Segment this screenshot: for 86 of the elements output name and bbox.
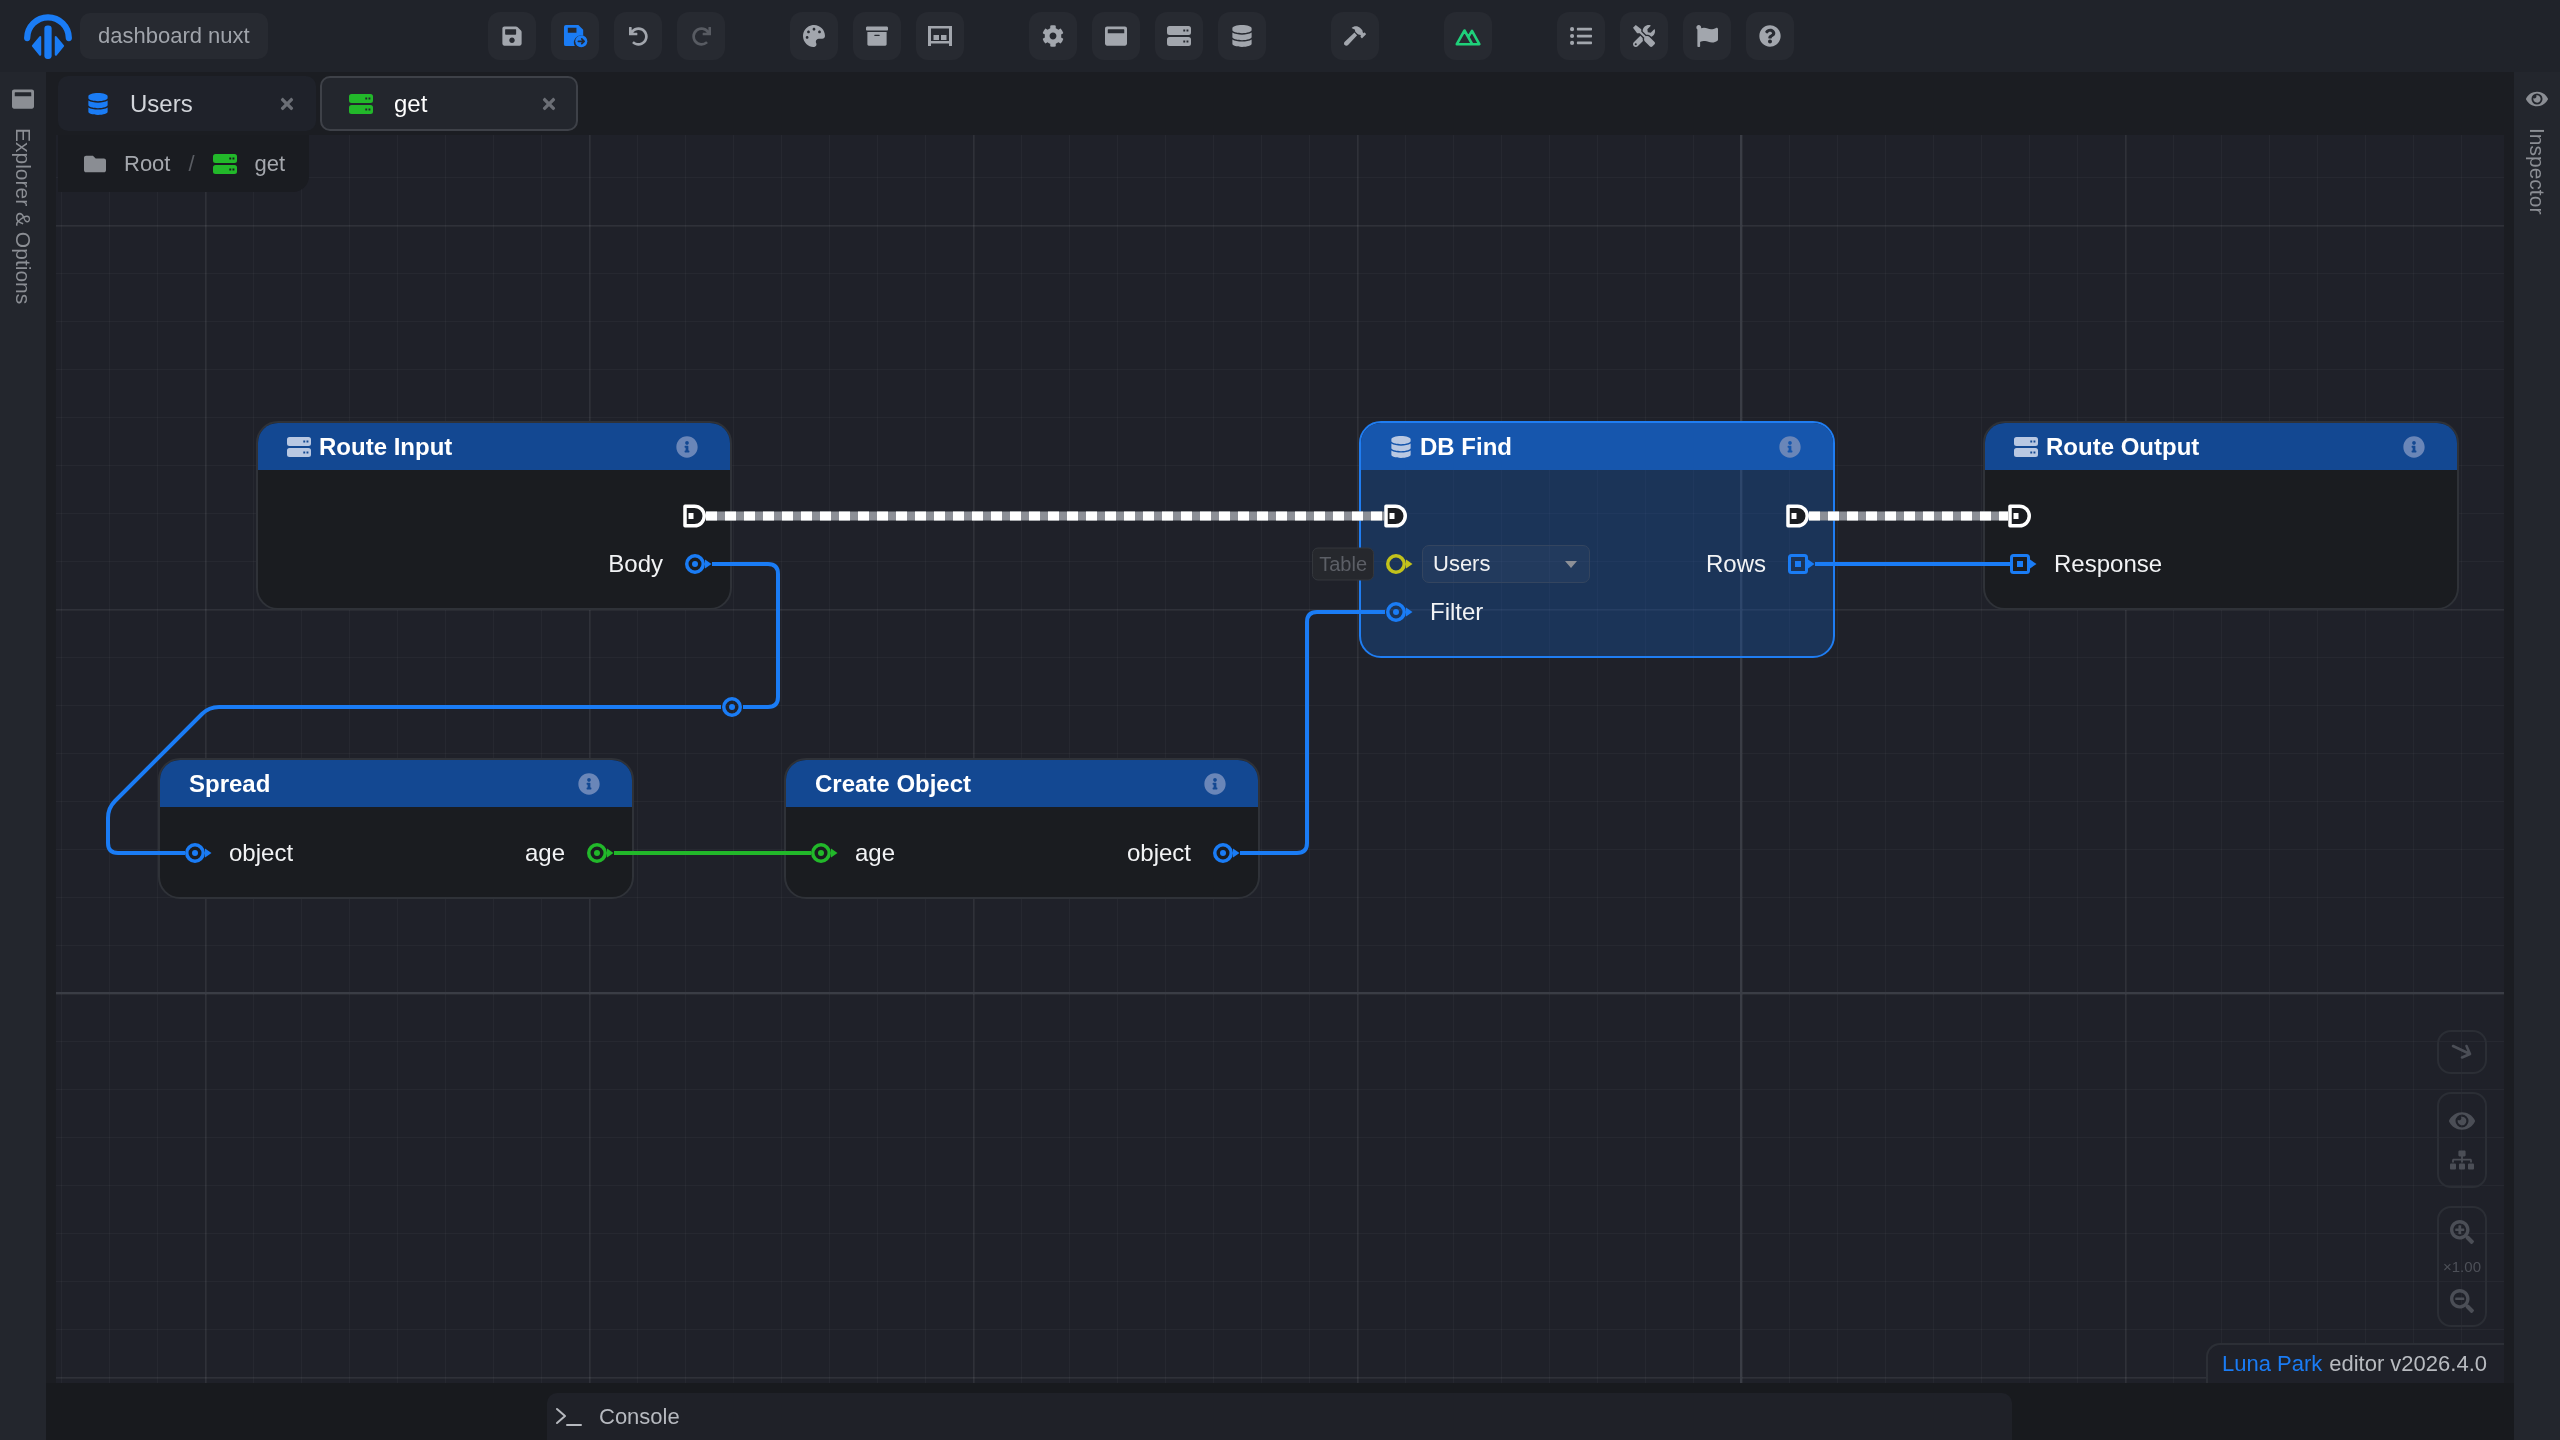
server-icon — [349, 93, 373, 114]
port-label: Filter — [1430, 598, 1484, 626]
terminal-icon — [555, 1406, 583, 1427]
port-ring-icon[interactable] — [683, 552, 712, 576]
shelf-icon — [928, 26, 952, 46]
port-square-icon[interactable] — [2008, 552, 2037, 576]
toolbar-button[interactable] — [1557, 12, 1605, 60]
server-icon — [2014, 436, 2038, 457]
toolbar-button[interactable] — [790, 12, 838, 60]
node-title: Spread — [189, 769, 272, 798]
explorer-panel-tab[interactable]: Explorer & Options — [11, 88, 35, 305]
toolbar-button[interactable] — [551, 12, 599, 60]
port-label: age — [524, 839, 565, 867]
node-title: Route Output — [2046, 432, 2201, 461]
reroute-point-icon[interactable] — [722, 697, 742, 717]
port-ring-icon[interactable] — [1211, 841, 1240, 865]
archive-box-icon — [866, 25, 888, 47]
redo-icon — [691, 26, 711, 46]
port-ring-icon[interactable] — [183, 841, 212, 865]
node-title: Route Input — [319, 432, 454, 461]
hammer-icon — [1344, 25, 1366, 47]
port-label: Rows — [1706, 550, 1766, 578]
brand-link[interactable]: Luna Park — [2221, 1351, 2323, 1377]
node-title: Create Object — [815, 769, 973, 798]
flag-icon — [1696, 25, 1718, 47]
port-label: Body — [608, 550, 663, 578]
toolbar-button[interactable] — [1331, 12, 1379, 60]
toolbar-button[interactable] — [1092, 12, 1140, 60]
inspector-panel-tab[interactable]: Inspector — [2525, 88, 2549, 215]
editor-tab[interactable]: Users — [58, 76, 316, 131]
version-text: editor v2026.4.0 — [2329, 1351, 2487, 1377]
toolbar-button[interactable] — [1683, 12, 1731, 60]
server-icon — [287, 436, 311, 457]
exec-port-icon[interactable] — [1384, 504, 1407, 528]
database-icon — [87, 92, 109, 115]
server-icon — [212, 153, 237, 174]
breadcrumb-link[interactable]: get — [254, 150, 286, 177]
window-icon — [1105, 25, 1127, 47]
graph-node[interactable]: Route Output Response — [1983, 421, 2459, 610]
settings-icon — [1042, 25, 1064, 47]
port-ring-icon[interactable] — [585, 841, 614, 865]
breadcrumb-link[interactable]: Root — [124, 150, 171, 177]
editor-tab[interactable]: get — [320, 76, 578, 131]
mountains-logo-icon — [1455, 26, 1481, 46]
toolbar-button[interactable] — [614, 12, 662, 60]
floppy-arrow-icon — [562, 24, 588, 48]
exec-port-icon[interactable] — [2008, 504, 2031, 528]
list-icon — [1570, 25, 1592, 47]
tools-icon — [1633, 25, 1655, 47]
server-icon — [1167, 26, 1191, 46]
panel-icon — [12, 88, 34, 110]
undo-icon — [628, 26, 648, 46]
graph-node[interactable]: Spread object age — [158, 758, 634, 899]
toolbar-button[interactable] — [1029, 12, 1077, 60]
breadcrumb-separator: / — [188, 150, 195, 177]
port-label: object — [229, 839, 294, 867]
graph-node[interactable]: Create Object age object — [784, 758, 1260, 899]
database-icon — [1390, 435, 1412, 458]
table-select[interactable]: Users — [1422, 545, 1590, 583]
toolbar-button[interactable] — [916, 12, 964, 60]
help-icon — [1759, 25, 1781, 47]
toolbar-button[interactable] — [1746, 12, 1794, 60]
port-square-icon[interactable] — [1786, 552, 1815, 576]
database-icon — [1231, 25, 1253, 47]
port-ring-icon[interactable] — [1384, 552, 1413, 576]
console-tab[interactable]: Console — [547, 1393, 2012, 1440]
port-ring-icon[interactable] — [809, 841, 838, 865]
toolbar-button[interactable] — [1218, 12, 1266, 60]
port-hint-label: Table — [1312, 547, 1374, 581]
exec-port-icon[interactable] — [683, 504, 706, 528]
port-label: object — [1126, 839, 1191, 867]
caret-icon — [1565, 560, 1577, 568]
arch-logo-icon — [23, 13, 73, 59]
exec-port-icon[interactable] — [1786, 504, 1809, 528]
node-title: DB Find — [1420, 432, 1513, 461]
project-selector[interactable]: dashboard nuxt — [80, 13, 268, 59]
graph-node[interactable]: Route Input Body — [256, 421, 732, 610]
port-label: age — [855, 839, 896, 867]
toolbar-button[interactable] — [853, 12, 901, 60]
port-label: Response — [2054, 550, 2163, 578]
toolbar-button[interactable] — [1444, 12, 1492, 60]
toolbar-button[interactable] — [1620, 12, 1668, 60]
toolbar-button[interactable] — [1155, 12, 1203, 60]
toolbar-button[interactable] — [488, 12, 536, 60]
port-ring-icon[interactable] — [1384, 600, 1413, 624]
palette-icon — [803, 25, 825, 47]
